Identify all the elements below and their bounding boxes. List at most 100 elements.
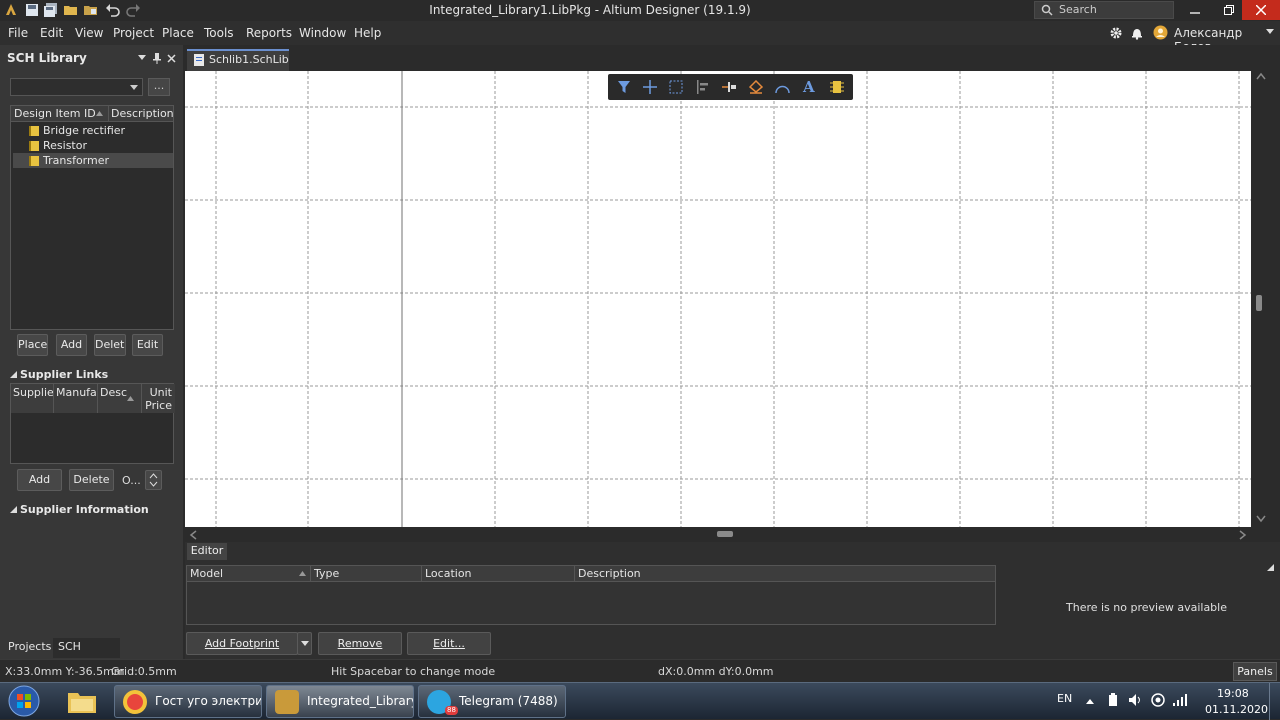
schematic-canvas[interactable] bbox=[185, 71, 1251, 527]
col-desc[interactable]: Desc bbox=[98, 384, 142, 413]
scroll-up-icon[interactable] bbox=[1256, 72, 1266, 80]
edit-button[interactable]: Edit bbox=[132, 334, 163, 356]
speaker-icon[interactable] bbox=[1128, 693, 1142, 707]
add-footprint-dropdown[interactable] bbox=[297, 632, 312, 655]
power-icon[interactable] bbox=[1106, 693, 1120, 707]
menu-place[interactable]: Place bbox=[162, 26, 194, 40]
tab-schlib1[interactable]: Schlib1.SchLib * bbox=[187, 49, 289, 84]
bell-icon[interactable] bbox=[1131, 26, 1143, 40]
supplier-links-title[interactable]: Supplier Links bbox=[20, 368, 108, 381]
menu-file[interactable]: File bbox=[8, 26, 28, 40]
taskbar-label: Гост уго электри... bbox=[155, 694, 262, 708]
supplier-add-button[interactable]: Add bbox=[17, 469, 62, 491]
clock-time[interactable]: 19:08 bbox=[1217, 687, 1249, 700]
panel-close-icon[interactable] bbox=[167, 54, 176, 63]
menu-edit[interactable]: Edit bbox=[40, 26, 63, 40]
pin-icon[interactable] bbox=[152, 53, 162, 64]
tab-projects[interactable]: Projects bbox=[3, 638, 56, 658]
spin-button[interactable] bbox=[145, 470, 162, 490]
search-input[interactable]: Search bbox=[1034, 1, 1174, 19]
add-button[interactable]: Add bbox=[56, 334, 87, 356]
windows-logo-icon bbox=[8, 685, 40, 717]
filter-select[interactable] bbox=[10, 78, 143, 96]
taskbar-altium[interactable]: Integrated_Library... bbox=[266, 685, 414, 718]
language-indicator[interactable]: EN bbox=[1057, 692, 1072, 705]
scroll-left-icon[interactable] bbox=[189, 530, 197, 540]
avatar[interactable] bbox=[1153, 25, 1168, 40]
panels-button[interactable]: Panels bbox=[1233, 662, 1277, 681]
restore-button[interactable] bbox=[1212, 0, 1246, 20]
browse-button[interactable]: ... bbox=[148, 78, 170, 96]
list-item[interactable]: Bridge rectifier bbox=[13, 123, 173, 138]
clock-date[interactable]: 01.11.2020 bbox=[1205, 703, 1268, 716]
col-unit-price[interactable]: Unit Price bbox=[142, 384, 175, 413]
show-desktop-button[interactable] bbox=[1269, 683, 1280, 720]
menu-help[interactable]: Help bbox=[354, 26, 381, 40]
menu-view[interactable]: View bbox=[75, 26, 103, 40]
pin-place-icon[interactable] bbox=[722, 80, 738, 94]
vertical-scroll-thumb[interactable] bbox=[1256, 295, 1262, 311]
col-model-description[interactable]: Description bbox=[575, 566, 995, 582]
start-button[interactable] bbox=[4, 684, 44, 718]
col-design-item-id[interactable]: Design Item ID bbox=[11, 106, 109, 122]
taskbar-chrome[interactable]: Гост уго электри... bbox=[114, 685, 262, 718]
sync-icon[interactable] bbox=[1150, 692, 1166, 708]
horizontal-scroll-thumb[interactable] bbox=[717, 531, 733, 537]
menu-reports[interactable]: Reports bbox=[246, 26, 292, 40]
window-title: Integrated_Library1.LibPkg - Altium Desi… bbox=[429, 3, 751, 17]
col-model[interactable]: Model bbox=[187, 566, 311, 582]
place-button[interactable]: Place bbox=[17, 334, 48, 356]
scroll-down-icon[interactable] bbox=[1256, 515, 1266, 523]
add-footprint-button[interactable]: Add Footprint bbox=[186, 632, 298, 655]
select-rect-icon[interactable] bbox=[669, 80, 683, 94]
model-editor: Editor Model Type Location Description T… bbox=[185, 542, 1280, 659]
tab-sch-library[interactable]: SCH Library bbox=[53, 638, 120, 671]
remove-button[interactable]: Remove bbox=[318, 632, 402, 655]
arc-icon[interactable] bbox=[775, 80, 790, 94]
fill-icon[interactable] bbox=[749, 80, 764, 94]
menu-project[interactable]: Project bbox=[113, 26, 154, 40]
supplier-delete-button[interactable]: Delete bbox=[69, 469, 114, 491]
col-manufacturer[interactable]: Manufacturer bbox=[54, 384, 98, 413]
supplier-order-label[interactable]: O... bbox=[122, 474, 141, 487]
menu-window[interactable]: Window bbox=[299, 26, 346, 40]
col-type[interactable]: Type bbox=[311, 566, 422, 582]
status-hint: Hit Spacebar to change mode bbox=[331, 665, 496, 678]
scroll-right-icon[interactable] bbox=[1239, 530, 1247, 540]
chevron-down-icon bbox=[301, 641, 309, 646]
col-supplier[interactable]: Supplier bbox=[11, 384, 54, 413]
component-icon[interactable] bbox=[830, 80, 844, 94]
status-bar: X:33.0mm Y:-36.5mm Grid:0.5mm Hit Spaceb… bbox=[0, 659, 1280, 682]
tray-expand-icon[interactable] bbox=[1086, 698, 1094, 704]
list-item[interactable]: Resistor bbox=[13, 138, 173, 153]
list-item-selected[interactable]: Transformer bbox=[13, 153, 173, 168]
collapse-arrow-icon[interactable] bbox=[10, 371, 17, 378]
panel-menu-icon[interactable] bbox=[138, 55, 146, 61]
collapse-arrow-icon[interactable] bbox=[1267, 564, 1274, 571]
close-icon bbox=[1256, 5, 1266, 15]
delete-button[interactable]: Delete bbox=[94, 334, 126, 356]
align-icon[interactable] bbox=[696, 80, 710, 94]
collapse-arrow-icon[interactable] bbox=[10, 506, 17, 513]
text-icon[interactable]: A bbox=[803, 78, 815, 96]
minimize-button[interactable] bbox=[1178, 0, 1212, 20]
vertical-scrollbar[interactable] bbox=[1251, 71, 1280, 527]
chevron-down-icon[interactable] bbox=[1266, 29, 1274, 35]
file-explorer-icon[interactable] bbox=[66, 687, 98, 715]
filter-icon[interactable] bbox=[617, 80, 631, 94]
crosshair-icon[interactable] bbox=[643, 80, 657, 94]
col-description[interactable]: Description bbox=[109, 106, 174, 122]
telegram-badge: 88 bbox=[445, 706, 458, 715]
col-location[interactable]: Location bbox=[422, 566, 575, 582]
list-item-label: Bridge rectifier bbox=[43, 124, 126, 137]
tab-editor[interactable]: Editor bbox=[187, 543, 227, 560]
component-icon bbox=[29, 156, 39, 166]
gear-icon[interactable] bbox=[1109, 26, 1123, 40]
menu-tools[interactable]: Tools bbox=[204, 26, 234, 40]
horizontal-scrollbar[interactable] bbox=[185, 527, 1251, 542]
supplier-information-title[interactable]: Supplier Information bbox=[20, 503, 149, 516]
close-button[interactable] bbox=[1242, 0, 1280, 20]
edit-model-button[interactable]: Edit... bbox=[407, 632, 491, 655]
taskbar-telegram[interactable]: 88 Telegram (7488) bbox=[418, 685, 566, 718]
network-signal-icon[interactable] bbox=[1172, 693, 1188, 707]
